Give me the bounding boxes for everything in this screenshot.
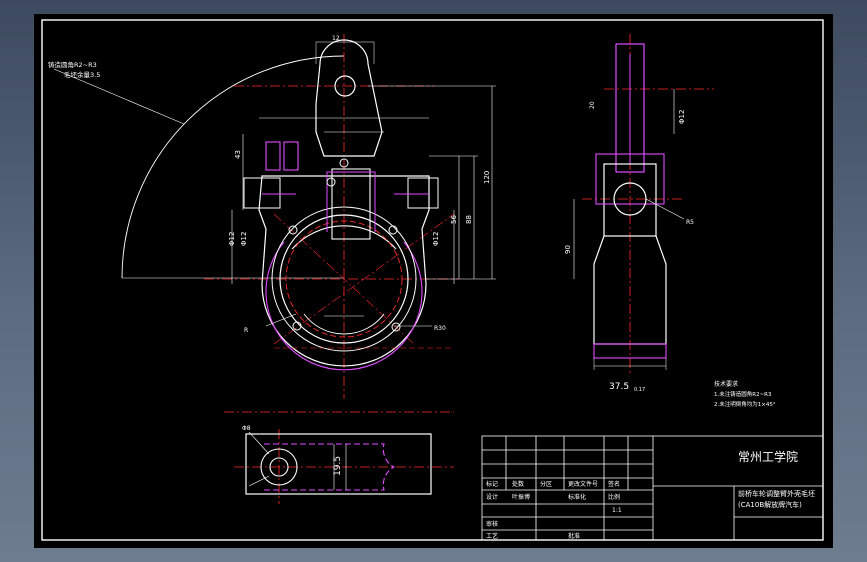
bottom-leader-a: [248, 431, 270, 455]
tech-notes: 技术要求 1.未注铸造圆角R2~R3 2.未注明倒角均为1×45°: [714, 380, 776, 408]
left-lug-magenta: [265, 141, 281, 171]
hole-left: [288, 225, 298, 235]
drawing-svg: 铸造圆角R2~R3 毛坯余量3.5 12 Φ12 Φ12 Φ12 56 88 1…: [41, 19, 824, 541]
notes-item-2: 2.未注明倒角均为1×45°: [714, 400, 776, 408]
col-mark: 标记: [486, 480, 498, 488]
bottom-leader-b: [248, 475, 270, 487]
callout-line-2: 毛坯余量3.5: [64, 70, 100, 79]
dim-left-dia-text-2: Φ12: [240, 232, 248, 246]
side-view: 37.5 0.17 Φ12 90 20 R5: [564, 34, 714, 393]
notes-heading: 技术要求: [714, 380, 738, 388]
right-boss: [407, 177, 439, 209]
left-lug-magenta-2: [283, 141, 299, 171]
row-design: 设计: [486, 493, 498, 501]
row-process: 工艺: [486, 532, 498, 540]
side-width-tol: 0.17: [634, 387, 645, 393]
side-width-text: 37.5: [609, 382, 629, 392]
dim-56-text: 56: [450, 215, 458, 224]
col-sign: 签名: [608, 480, 620, 488]
part-name: 前桥车轮调整臂外壳毛坯: [738, 489, 815, 498]
std-label: 标准化: [568, 493, 586, 501]
bottom-dim-text: 19.5: [333, 456, 343, 476]
bottom-dia-text: Φ8: [242, 425, 251, 432]
dim-left-dia-text: Φ12: [228, 232, 236, 246]
school-name: 常州工学院: [738, 449, 798, 464]
upper-arm-outline: [315, 39, 383, 157]
col-zone: 分区: [540, 480, 552, 488]
front-view: 铸造圆角R2~R3 毛坯余量3.5 12 Φ12 Φ12 Φ12 56 88 1…: [48, 34, 496, 399]
title-block-text: 常州工学院 前桥车轮调整臂外壳毛坯 (CA10B解放牌汽车) 标记 处数 分区 …: [486, 449, 815, 540]
side-dia-text: Φ12: [678, 110, 686, 124]
dim-43-text: 43: [234, 150, 242, 159]
notes-item-1: 1.未注铸造圆角R2~R3: [714, 390, 772, 398]
col-count: 处数: [512, 480, 524, 488]
sheet-border: [41, 19, 824, 541]
callout-line-1: 铸造圆角R2~R3: [48, 60, 97, 69]
dim-right-dia-text: Φ12: [432, 232, 440, 246]
side-90-text: 90: [564, 245, 572, 254]
dim-120-text: 120: [483, 171, 491, 184]
vehicle-name: (CA10B解放牌汽车): [738, 500, 802, 509]
col-change-doc: 更改文件号: [568, 480, 598, 488]
hole-right: [388, 225, 398, 235]
drawing-sheet: 铸造圆角R2~R3 毛坯余量3.5 12 Φ12 Φ12 Φ12 56 88 1…: [34, 14, 833, 548]
cad-viewport: 铸造圆角R2~R3 毛坯余量3.5 12 Φ12 Φ12 Φ12 56 88 1…: [0, 0, 867, 562]
dim-top-text: 12: [332, 35, 340, 42]
row-approve: 批准: [568, 532, 580, 540]
row-review: 审核: [486, 520, 498, 528]
dim-88-text: 88: [465, 215, 473, 224]
window-contour: [326, 171, 376, 232]
ratio-label: 比例: [608, 493, 620, 501]
r30-text: R30: [434, 325, 446, 332]
bottom-view: 19.5 Φ8: [224, 411, 454, 504]
designer-name: 叶振博: [512, 493, 530, 501]
side-r-text: R5: [686, 219, 694, 226]
ratio-value: 1:1: [612, 507, 622, 514]
side-leader: [645, 198, 685, 220]
hole-window-left: [326, 177, 336, 187]
side-20-text: 20: [589, 101, 596, 109]
r-main-text: R: [244, 327, 248, 334]
